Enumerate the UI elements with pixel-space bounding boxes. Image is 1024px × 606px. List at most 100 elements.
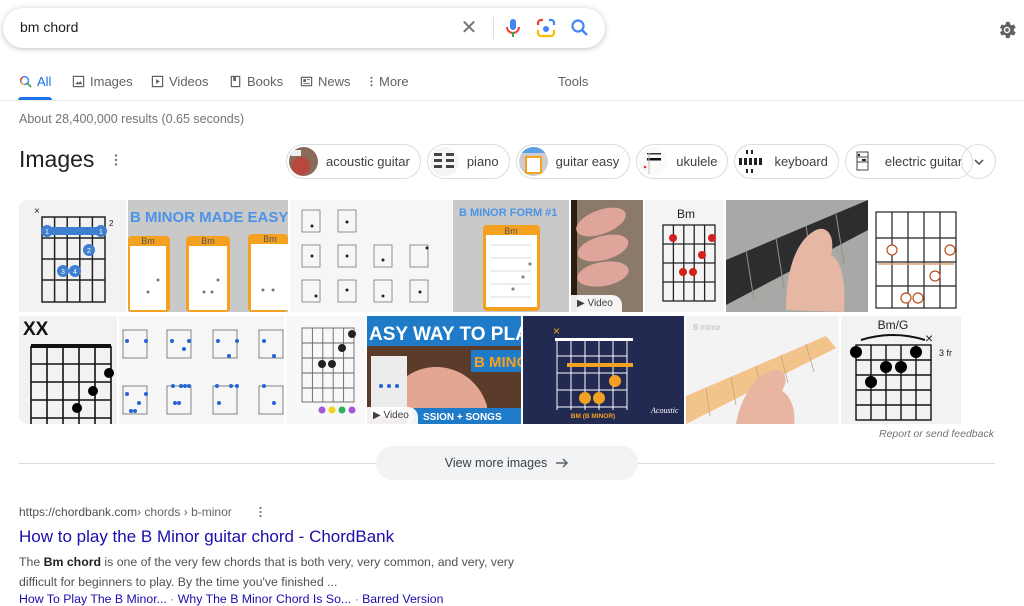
tab-images[interactable]: Images [72,74,133,89]
sitelink[interactable]: How To Play The B Minor... [19,592,167,606]
chip-ukulele[interactable]: ukulele [636,144,729,179]
tab-books[interactable]: Books [229,74,283,89]
image-result[interactable] [870,200,960,312]
svg-text:2: 2 [87,248,91,255]
search-tabs: All Images Videos Books News More Tools [0,70,1024,101]
kebab-icon[interactable] [113,153,119,167]
chip-keyboard[interactable]: keyboard [734,144,839,179]
chip-acoustic-guitar[interactable]: acoustic guitar [286,144,421,179]
image-result[interactable] [119,316,284,424]
divider [493,17,494,39]
view-more-label: View more images [444,456,548,470]
hand-drawn-chord-thumbnail [870,200,960,312]
divider [19,463,376,464]
thumb-title: B MINOR MADE EASY [130,209,288,226]
muted-strings: XX [23,319,49,340]
result-url[interactable]: https://chordbank.com › chords › b-minor [19,505,232,519]
chord-grid-thumbnail [290,200,452,312]
kebab-icon[interactable] [258,506,263,518]
chord-form-thumbnail: B MINOR FORM #1 Bm [453,200,569,312]
chip-thumbnail [289,147,318,176]
chord-chart-thumbnail: B MINOR MADE EASY Bm Bm Bm [128,200,288,312]
news-icon [300,76,313,87]
image-result[interactable] [726,200,868,312]
thumb-chord-label: Bm/G [878,318,909,332]
chip-thumbnail [518,147,548,176]
chord-diagram-thumbnail: XX [19,316,117,424]
result-path: › chords › b-minor [137,505,232,519]
image-result[interactable]: B MINOR FORM #1 Bm [453,200,569,312]
video-label: Video [587,298,613,309]
svg-text:3: 3 [61,269,65,276]
image-result[interactable]: ASY WAY TO PLA B MINO SSION + SONGS ▶ Vi… [367,316,521,424]
fretboard-photo-thumbnail [726,200,868,312]
chord-diagram-thumbnail: Bm/G × 3 fr [841,316,961,424]
expand-chips-button[interactable] [961,144,996,179]
image-result[interactable]: Bm [645,200,724,312]
chip-label: electric guitar [884,154,963,169]
svg-text:×: × [553,324,560,338]
report-feedback-link[interactable]: Report or send feedback [879,428,994,440]
chevron-down-icon [973,158,984,165]
chip-guitar-easy[interactable]: guitar easy [515,144,631,179]
view-more-images-button[interactable]: View more images [376,446,638,480]
thumb-brand: Acoustic [650,406,679,415]
svg-text:4: 4 [73,269,77,276]
chip-thumbnail [847,147,877,176]
tools-button[interactable]: Tools [558,74,588,89]
thumb-title: B MINOR FORM #1 [459,207,557,219]
chip-thumbnail [737,147,767,176]
camera-lens-icon[interactable] [536,18,556,38]
search-icon[interactable] [570,18,590,38]
sitelink[interactable]: Barred Version [362,592,443,606]
svg-text:Bm: Bm [141,236,155,246]
result-title-link[interactable]: How to play the B Minor guitar chord - C… [19,527,394,547]
search-box[interactable]: bm chord ✕ [3,8,605,48]
svg-text:Bm: Bm [201,236,215,246]
image-result[interactable]: XX [19,316,117,424]
close-icon[interactable]: ✕ [458,17,480,39]
tab-news[interactable]: News [300,74,351,89]
image-result[interactable]: × BM (B MINOR) Acoustic [523,316,684,424]
play-icon [151,75,164,88]
tools-label: Tools [558,74,589,89]
thumb-title: ASY WAY TO PLA [369,324,521,345]
image-result[interactable] [290,200,452,312]
image-icon [72,75,85,88]
image-result[interactable]: × 11234 2 [19,200,126,312]
chip-thumbnail [429,147,459,176]
image-result[interactable]: B MINOR MADE EASY Bm Bm Bm [128,200,288,312]
image-result[interactable]: ▶ Video [571,200,643,312]
chord-diagram-thumbnail: × BM (B MINOR) Acoustic [523,316,684,424]
video-badge: ▶ Video [367,407,418,424]
thumb-chord-label: Bm [677,207,695,221]
image-result[interactable] [286,316,365,424]
chip-label: keyboard [774,154,828,169]
chip-electric-guitar[interactable]: electric guitar [844,144,974,179]
svg-text:Bm: Bm [263,234,277,244]
chord-diagram-thumbnail: × 1 123 4 2 [19,200,126,312]
image-result[interactable]: Bm/G × 3 fr [841,316,961,424]
tab-label: All [37,74,52,89]
chip-label: piano [466,154,499,169]
tab-more[interactable]: More [369,74,409,89]
thumb-subtitle: B MINO [474,354,521,371]
tab-label: More [379,74,409,89]
tab-label: Images [90,74,133,89]
svg-text:×: × [34,206,40,217]
search-input[interactable]: bm chord [20,19,78,35]
images-section-title: Images [19,146,95,172]
gear-icon[interactable] [996,19,1018,41]
fretboard-photo-thumbnail: B minor [686,316,839,424]
chord-variations-thumbnail [119,316,284,424]
thumb-caption: BM (B MINOR) [571,413,615,420]
image-result[interactable]: B minor [686,316,839,424]
mic-icon[interactable] [504,18,522,38]
sitelinks: How To Play The B Minor... · Why The B M… [19,592,443,606]
sitelink[interactable]: Why The B Minor Chord Is So... [178,592,351,606]
tab-videos[interactable]: Videos [151,74,209,89]
chip-piano[interactable]: piano [426,144,510,179]
active-tab-indicator [18,97,52,100]
tab-all[interactable]: All [19,74,51,89]
thumb-bottom-banner: SSION + SONGS [423,412,502,423]
